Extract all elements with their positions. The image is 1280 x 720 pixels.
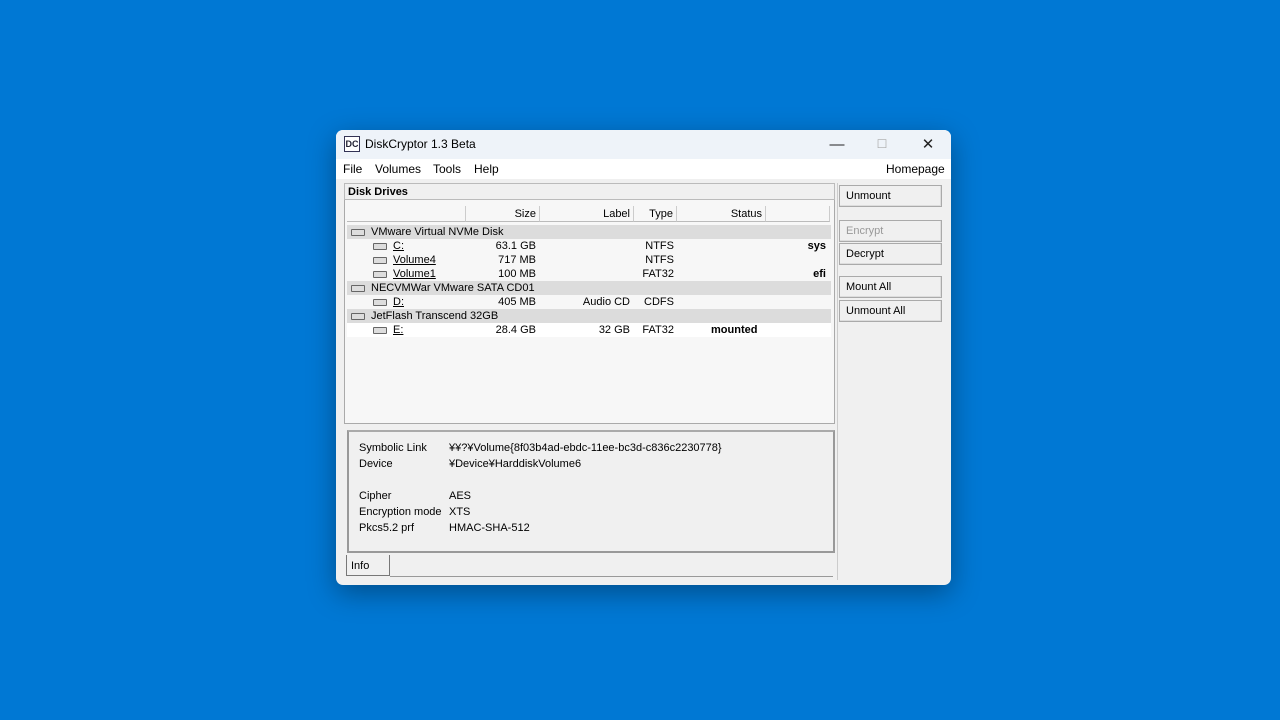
info-panel: Symbolic Link ¥¥?¥Volume{8f03b4ad-ebdc-1… [347, 430, 835, 553]
menu-bar: File Volumes Tools Help Homepage [336, 159, 951, 179]
volume-row[interactable]: Volume4 717 MB NTFS [347, 253, 831, 267]
close-button[interactable]: ✕ [905, 130, 951, 159]
drive-name: C: [393, 240, 404, 252]
info-label: Pkcs5.2 prf [359, 522, 415, 534]
disk-row[interactable]: JetFlash Transcend 32GB [347, 309, 831, 323]
drive-size: 405 MB [498, 296, 536, 308]
drive-name: Volume1 [393, 268, 436, 280]
menu-help[interactable]: Help [474, 162, 499, 176]
drive-name: D: [393, 296, 404, 308]
info-label: Symbolic Link [359, 442, 427, 454]
volume-row[interactable]: D: 405 MB Audio CD CDFS [347, 295, 831, 309]
minimize-button[interactable]: — [814, 130, 860, 159]
drive-size: 28.4 GB [495, 324, 536, 336]
menu-volumes[interactable]: Volumes [375, 162, 421, 176]
drive-flag: sys [807, 240, 826, 252]
drive-icon [373, 243, 387, 250]
info-label: Device [359, 458, 393, 470]
disk-row[interactable]: VMware Virtual NVMe Disk [347, 225, 831, 239]
tab-divider [390, 576, 833, 577]
app-logo-icon: DC [344, 136, 360, 152]
volume-row[interactable]: Volume1 100 MB FAT32 efi [347, 267, 831, 281]
menu-file[interactable]: File [343, 162, 362, 176]
encrypt-button[interactable]: Encrypt [839, 220, 942, 242]
drive-type: NTFS [645, 254, 674, 266]
drive-name: E: [393, 324, 404, 336]
column-label[interactable]: Label [540, 206, 634, 222]
unmount-all-button[interactable]: Unmount All [839, 300, 942, 322]
drive-label: Audio CD [582, 296, 630, 308]
drive-size: 63.1 GB [495, 240, 536, 252]
drive-icon [351, 229, 365, 236]
drive-name: VMware Virtual NVMe Disk [371, 226, 504, 238]
disk-drives-header: Disk Drives [344, 183, 835, 200]
drive-type: NTFS [645, 240, 674, 252]
volume-row[interactable]: E: 28.4 GB 32 GB FAT32 mounted [347, 323, 831, 337]
info-value: HMAC-SHA-512 [449, 522, 530, 534]
drive-name: NECVMWar VMware SATA CD01 [371, 282, 535, 294]
drive-icon [373, 271, 387, 278]
disk-row[interactable]: NECVMWar VMware SATA CD01 [347, 281, 831, 295]
info-label: Cipher [359, 490, 392, 502]
tab-info[interactable]: Info [346, 555, 390, 576]
diskcryptor-window: DC DiskCryptor 1.3 Beta — ☐ ✕ File Volum… [336, 130, 951, 585]
drive-size: 100 MB [498, 268, 536, 280]
drive-icon [351, 285, 365, 292]
maximize-button[interactable]: ☐ [859, 130, 905, 159]
window-title: DiskCryptor 1.3 Beta [365, 137, 476, 151]
info-value: XTS [449, 506, 471, 518]
drive-flag: efi [813, 268, 826, 280]
column-size[interactable]: Size [466, 206, 540, 222]
info-value: ¥¥?¥Volume{8f03b4ad-ebdc-11ee-bc3d-c836c… [449, 442, 722, 454]
mount-all-button[interactable]: Mount All [839, 276, 942, 298]
volume-row[interactable]: C: 63.1 GB NTFS sys [347, 239, 831, 253]
column-status[interactable]: Status [677, 206, 766, 222]
decrypt-button[interactable]: Decrypt [839, 243, 942, 265]
info-value: AES [449, 490, 472, 502]
disk-drives-list[interactable]: Size Label Type Status VMware Virtual NV… [344, 200, 835, 424]
drive-name: JetFlash Transcend 32GB [371, 310, 499, 322]
homepage-link[interactable]: Homepage [886, 162, 945, 176]
drive-type: CDFS [644, 296, 674, 308]
info-value: ¥Device¥HarddiskVolume6 [449, 458, 582, 470]
column-extra[interactable] [766, 206, 830, 222]
unmount-button[interactable]: Unmount [839, 185, 942, 207]
column-type[interactable]: Type [634, 206, 677, 222]
title-bar: DC DiskCryptor 1.3 Beta — ☐ ✕ [336, 130, 951, 159]
drive-status: mounted [711, 324, 758, 336]
cdrom-icon [373, 299, 387, 306]
menu-tools[interactable]: Tools [433, 162, 461, 176]
drive-label: 32 GB [598, 324, 630, 336]
drive-type: FAT32 [642, 268, 674, 280]
info-label: Encryption mode [359, 506, 442, 518]
drive-icon [373, 327, 387, 334]
drive-type: FAT32 [642, 324, 674, 336]
drive-icon [351, 313, 365, 320]
drive-size: 717 MB [498, 254, 536, 266]
column-name[interactable] [347, 206, 466, 222]
drive-name: Volume4 [393, 254, 436, 266]
drive-icon [373, 257, 387, 264]
sidebar-divider [837, 183, 838, 580]
